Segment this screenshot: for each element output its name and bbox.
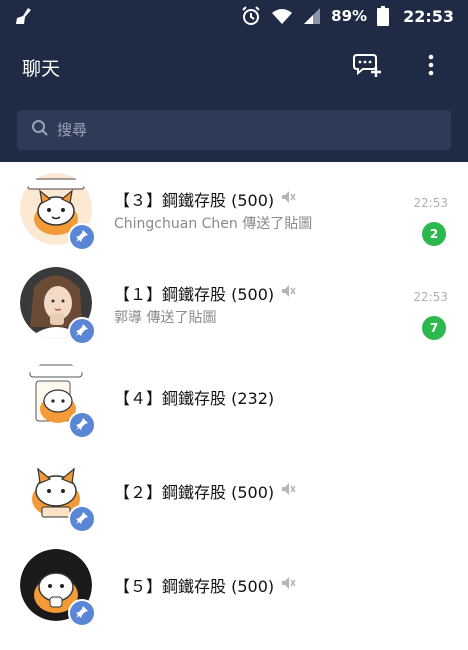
chat-time: 22:53 xyxy=(413,290,448,304)
chat-name: 【１】鋼鐵存股 (500) xyxy=(114,285,275,304)
search-icon xyxy=(31,119,49,141)
chat-list-item[interactable]: 【５】鋼鐵存股 (500) xyxy=(0,538,468,632)
pin-badge xyxy=(68,223,96,251)
pin-badge xyxy=(68,505,96,533)
signal-icon xyxy=(303,7,321,25)
more-options-button[interactable] xyxy=(416,52,446,82)
pin-icon xyxy=(75,416,89,435)
chat-name: 【５】鋼鐵存股 (500) xyxy=(114,577,275,596)
pin-icon xyxy=(75,510,89,529)
avatar-wrap xyxy=(20,173,96,251)
avatar-wrap xyxy=(20,267,96,345)
pin-badge xyxy=(68,411,96,439)
chat-time: 22:53 xyxy=(413,196,448,210)
page-title: 聊天 xyxy=(22,57,61,80)
mute-icon xyxy=(280,283,296,303)
pin-badge xyxy=(68,599,96,627)
chat-list-item[interactable]: 【１】鋼鐵存股 (500) 郭導 傳送了貼圖 22:53 7 xyxy=(0,256,468,350)
chat-name-row: 【２】鋼鐵存股 (500) xyxy=(114,479,296,503)
chat-list: 【３】鋼鐵存股 (500) Chingchuan Chen 傳送了貼圖 22:5… xyxy=(0,162,468,632)
battery-icon xyxy=(377,6,390,26)
avatar-wrap xyxy=(20,455,96,533)
chat-name-row: 【５】鋼鐵存股 (500) xyxy=(114,573,296,597)
chat-name: 【４】鋼鐵存股 (232) xyxy=(114,389,275,408)
chat-name: 【２】鋼鐵存股 (500) xyxy=(114,483,275,502)
search-input[interactable] xyxy=(57,121,437,139)
chat-body: 【５】鋼鐵存股 (500) xyxy=(114,549,468,621)
pin-icon xyxy=(75,322,89,341)
new-chat-button[interactable] xyxy=(352,52,382,82)
chat-name-row: 【３】鋼鐵存股 (500) xyxy=(114,187,296,211)
more-vert-icon xyxy=(428,54,434,80)
chat-preview: 郭導 傳送了貼圖 xyxy=(114,310,217,326)
chat-body: 【４】鋼鐵存股 (232) xyxy=(114,361,468,433)
alarm-icon xyxy=(241,6,261,26)
pin-icon xyxy=(75,604,89,623)
chat-name: 【３】鋼鐵存股 (500) xyxy=(114,191,275,210)
broom-icon xyxy=(14,7,34,25)
mute-icon xyxy=(280,575,296,595)
wifi-icon xyxy=(271,7,293,25)
battery-percent: 89% xyxy=(331,7,368,25)
unread-badge: 2 xyxy=(422,222,446,246)
avatar-wrap xyxy=(20,361,96,439)
chat-list-item[interactable]: 【３】鋼鐵存股 (500) Chingchuan Chen 傳送了貼圖 22:5… xyxy=(0,162,468,256)
pin-icon xyxy=(75,228,89,247)
unread-badge: 7 xyxy=(422,316,446,340)
search-area xyxy=(0,102,468,162)
chat-name-row: 【４】鋼鐵存股 (232) xyxy=(114,385,274,409)
chat-list-item[interactable]: 【４】鋼鐵存股 (232) xyxy=(0,350,468,444)
status-bar: 89% 22:53 xyxy=(0,0,468,32)
app-header: 聊天 xyxy=(0,32,468,102)
pin-badge xyxy=(68,317,96,345)
search-box[interactable] xyxy=(17,110,451,150)
chat-list-item[interactable]: 【２】鋼鐵存股 (500) xyxy=(0,444,468,538)
mute-icon xyxy=(280,189,296,209)
chat-name-row: 【１】鋼鐵存股 (500) xyxy=(114,281,296,305)
avatar-wrap xyxy=(20,549,96,627)
mute-icon xyxy=(280,481,296,501)
status-time: 22:53 xyxy=(403,6,454,26)
chat-preview: Chingchuan Chen 傳送了貼圖 xyxy=(114,216,313,232)
new-chat-icon xyxy=(353,52,381,82)
chat-body: 【２】鋼鐵存股 (500) xyxy=(114,455,468,527)
